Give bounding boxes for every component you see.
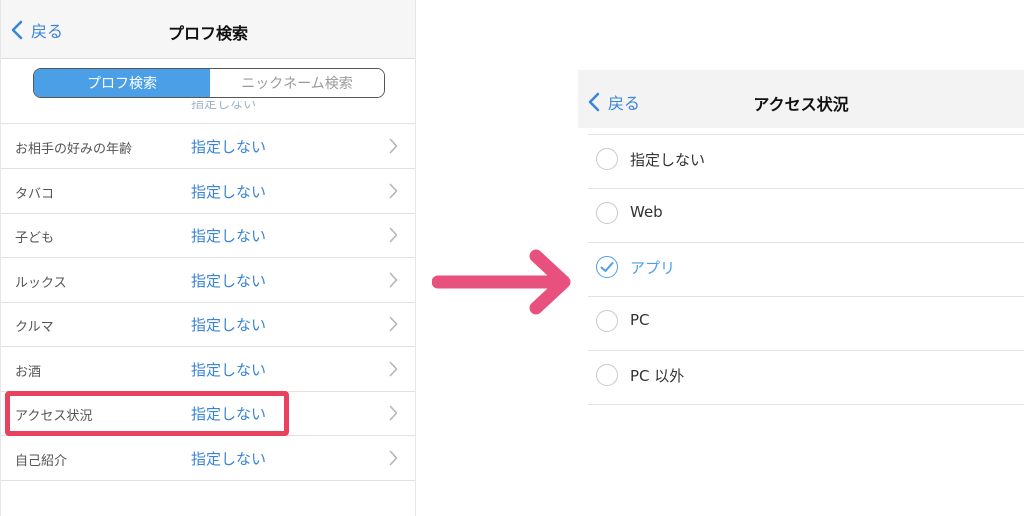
nav-bar: 戻る プロフ検索 [1,0,415,59]
row-value: 指定しない [191,449,267,468]
search-filter-row[interactable]: タバコ 指定しない [1,169,415,214]
row-value: 指定しない [191,227,267,245]
row-value: 指定しない [191,182,267,201]
chevron-right-icon [389,138,398,154]
chevron-right-icon [389,316,398,332]
option-label: PC 以外 [630,367,685,385]
row-label: お酒 [15,364,42,380]
radio-button[interactable] [596,256,618,278]
chevron-right-icon [389,183,398,198]
page-title: アクセス状況 [753,95,849,114]
row-label: お相手の好みの年齢 [15,142,133,157]
segment-profile-search[interactable]: プロフ検索 [34,69,210,97]
chevron-right-icon [389,227,398,243]
check-icon [600,262,614,272]
right-arrow-icon [432,249,571,315]
chevron-right-icon [389,405,398,421]
option-label: PC [630,311,650,329]
radio-button[interactable] [596,202,618,224]
access-option[interactable]: PC [588,297,1024,349]
access-option[interactable]: Web [588,189,1024,241]
search-mode-segmented-control: プロフ検索 ニックネーム検索 [33,68,385,98]
row-value: 指定しない [191,360,267,379]
option-label: 指定しない [630,151,706,169]
nav-bar: 戻る アクセス状況 [578,70,1024,128]
chevron-right-icon [389,450,398,465]
page-title: プロフ検索 [167,24,248,43]
row-label: クルマ [15,320,54,335]
search-filter-row[interactable]: お相手の好みの年齢 指定しない [1,124,415,169]
row-label: 子ども [15,231,55,246]
segment-nickname-search[interactable]: ニックネーム検索 [210,69,384,97]
radio-button[interactable] [596,310,618,332]
chevron-right-icon [389,361,398,376]
row-label: タバコ [15,186,55,202]
divider [588,404,1024,405]
row-label: ルックス [15,275,67,291]
profile-search-screen: 戻る プロフ検索 プロフ検索 ニックネーム検索 指定しない お相手の好みの年齢指… [0,0,416,516]
search-filter-row[interactable]: ルックス 指定しない [1,258,415,303]
row-label: 自己紹介 [15,453,68,469]
row-value: 指定しない [191,316,267,334]
search-filter-row[interactable]: お酒 指定しない [1,347,415,392]
row-value: 指定しない [191,138,267,156]
option-label: アプリ [630,259,676,277]
chevron-right-icon [389,272,398,287]
access-status-screen: 戻る アクセス状況 指定しない Web アプリ PC PC 以外 [578,70,1024,410]
access-option[interactable]: アプリ [588,243,1024,295]
highlight-frame [5,391,289,436]
row-value: 指定しない [191,271,267,290]
radio-button[interactable] [596,364,618,386]
search-filter-row[interactable]: 自己紹介 指定しない [1,436,415,481]
radio-button[interactable] [596,148,618,170]
option-label: Web [630,203,663,221]
access-option[interactable]: PC 以外 [588,351,1024,403]
search-filter-row[interactable]: 子ども 指定しない [1,213,415,258]
search-filter-row[interactable]: クルマ 指定しない [1,302,415,347]
cutoff-row-value: 指定しない [191,101,257,109]
access-option[interactable]: 指定しない [588,135,1024,187]
